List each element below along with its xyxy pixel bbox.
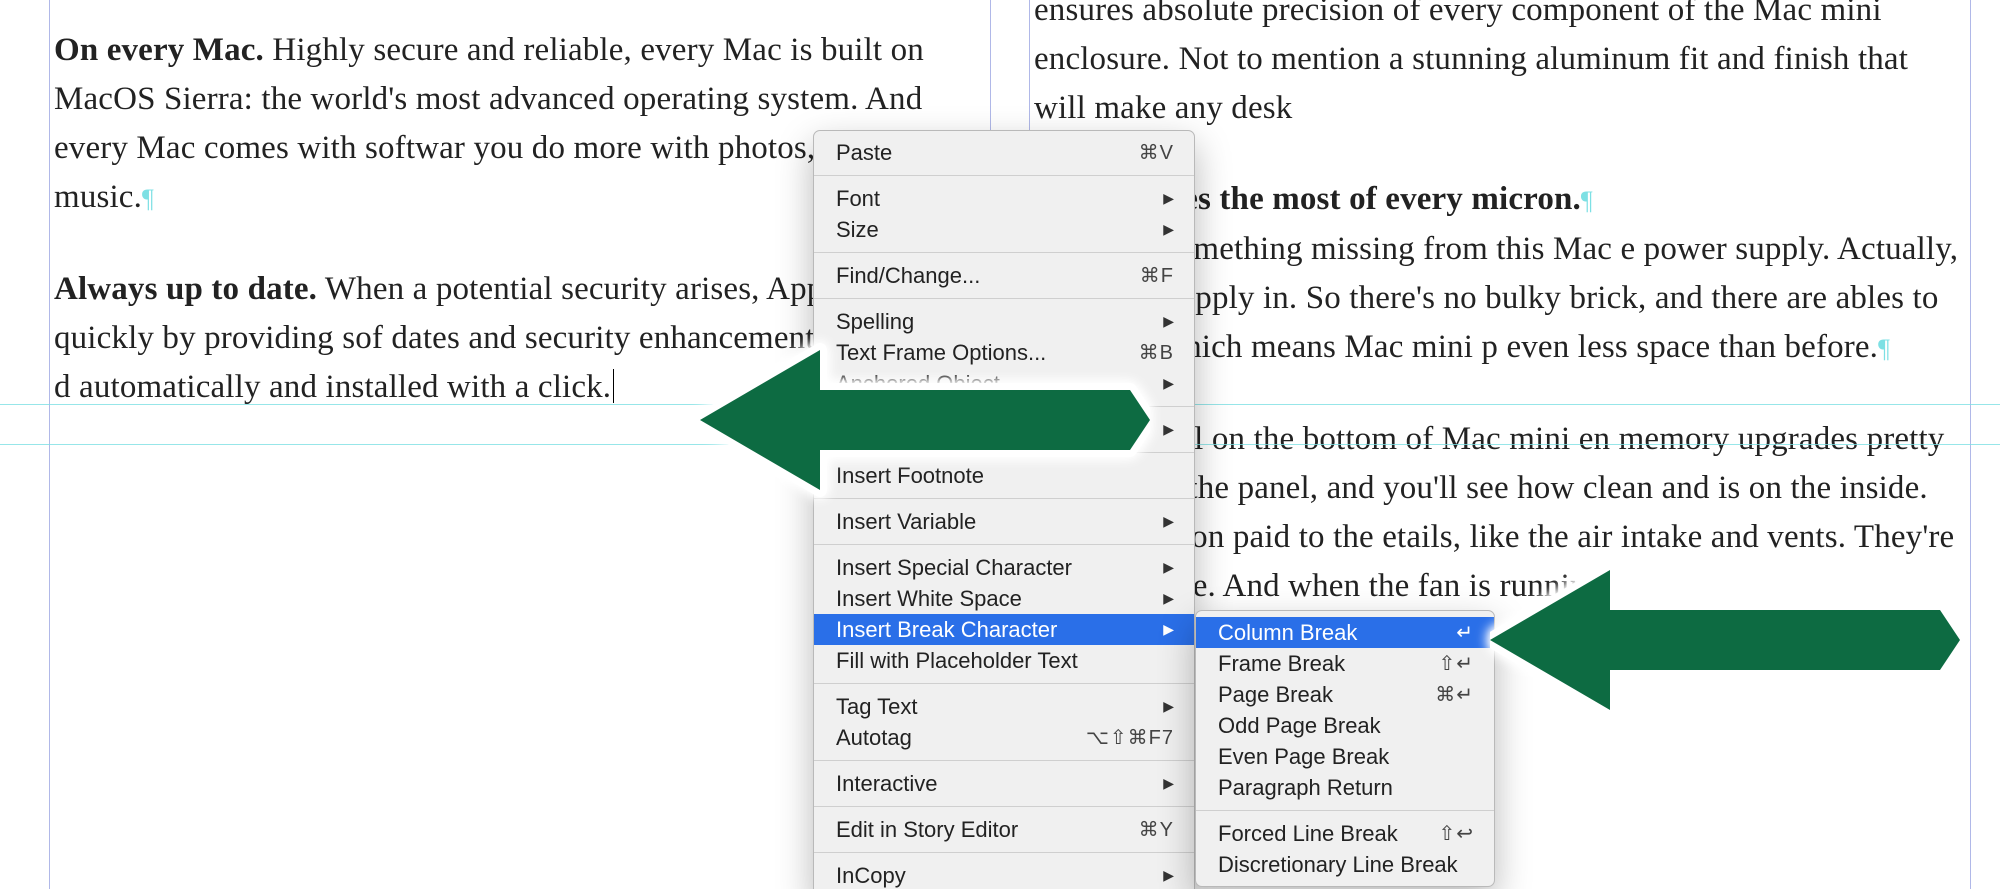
text-cursor [613,369,614,403]
menu-item-text-frame-options[interactable]: Text Frame Options...⌘B [814,337,1194,368]
menu-item-label: Insert White Space [836,586,1157,612]
menu-item-label: Odd Page Break [1218,713,1474,739]
menu-item-label: Insert Special Character [836,555,1157,581]
shortcut-label: ↵ [1456,620,1474,645]
menu-item-label: Insert Variable [836,509,1157,535]
shortcut-label: ⌘V [1139,140,1174,165]
menu-item-label: Forced Line Break [1218,821,1438,847]
menu-item-font[interactable]: Font ▶ [814,183,1194,214]
menu-item-insert-variable[interactable]: Insert Variable ▶ [814,506,1194,537]
submenu-arrow-icon: ▶ [1163,590,1174,607]
menu-separator [814,806,1194,807]
context-menu[interactable]: Paste⌘V Font ▶ Size ▶ Find/Change...⌘F Spellin… [813,130,1195,889]
menu-item-even-page-break[interactable]: Even Page Break [1196,741,1494,772]
menu-item-label: Anchored Object [836,371,1157,397]
submenu-arrow-icon: ▶ [1163,621,1174,638]
menu-item-label: Paragraph Return [1218,775,1474,801]
submenu-arrow-icon: ▶ [1163,221,1174,238]
menu-separator [814,498,1194,499]
menu-item-autotag[interactable]: Autotag⌥⇧⌘F7 [814,722,1194,753]
menu-item-label: Page Break [1218,682,1435,708]
pilcrow-icon: ¶ [1581,186,1593,215]
menu-item-edit-in-story-editor[interactable]: Edit in Story Editor⌘Y [814,814,1194,845]
submenu-arrow-icon: ▶ [1163,698,1174,715]
menu-separator [814,683,1194,684]
menu-separator [814,406,1194,407]
shortcut-label: ⇧↵ [1438,651,1474,676]
menu-separator [814,252,1194,253]
menu-separator [1196,810,1494,811]
submenu-insert-break[interactable]: Column Break↵Frame Break⇧↵Page Break⌘↵Od… [1195,610,1495,887]
menu-item-paragraph-return[interactable]: Paragraph Return [1196,772,1494,803]
submenu-arrow-icon: ▶ [1163,559,1174,576]
menu-item-discretionary-line-break[interactable]: Discretionary Line Break [1196,849,1494,880]
menu-item-label: Text Frame Options... [836,340,1139,366]
menu-item-change-case[interactable]: Change Case ▶ [814,414,1194,445]
menu-item-label: InCopy [836,863,1157,889]
run-in-head: On every Mac. [54,32,264,68]
menu-item-frame-break[interactable]: Frame Break⇧↵ [1196,648,1494,679]
shortcut-label: ⌘F [1140,263,1174,288]
menu-item-insert-white-space[interactable]: Insert White Space ▶ [814,583,1194,614]
menu-item-column-break[interactable]: Column Break↵ [1196,617,1494,648]
menu-item-label: Fill with Placeholder Text [836,648,1174,674]
menu-separator [814,452,1194,453]
menu-item-anchored-object[interactable]: Anchored Object ▶ [814,368,1194,399]
shortcut-label: ⇧↩ [1438,821,1474,846]
menu-item-paste[interactable]: Paste⌘V [814,137,1194,168]
menu-item-label: Even Page Break [1218,744,1474,770]
submenu-arrow-icon: ▶ [1163,190,1174,207]
run-in-head: Always up to date. [54,271,317,307]
menu-item-label: Frame Break [1218,651,1438,677]
menu-item-fill-with-placeholder-text[interactable]: Fill with Placeholder Text [814,645,1194,676]
menu-item-label: Interactive [836,771,1157,797]
shortcut-label: ⌘Y [1139,817,1174,842]
menu-separator [814,544,1194,545]
menu-item-label: Edit in Story Editor [836,817,1139,843]
menu-item-label: Insert Footnote [836,463,1174,489]
menu-item-label: Font [836,186,1157,212]
menu-item-incopy[interactable]: InCopy ▶ [814,860,1194,889]
menu-item-insert-footnote[interactable]: Insert Footnote [814,460,1194,491]
menu-item-label: Discretionary Line Break [1218,852,1474,878]
submenu-arrow-icon: ▶ [1163,313,1174,330]
shortcut-label: ⌘↵ [1435,682,1474,707]
menu-item-interactive[interactable]: Interactive ▶ [814,768,1194,799]
submenu-arrow-icon: ▶ [1163,513,1174,530]
paragraph[interactable]: ensures absolute precision of every comp… [1034,0,1966,133]
menu-separator [814,760,1194,761]
submenu-arrow-icon: ▶ [1163,775,1174,792]
menu-item-tag-text[interactable]: Tag Text ▶ [814,691,1194,722]
shortcut-label: ⌥⇧⌘F7 [1086,725,1174,750]
menu-item-find-change[interactable]: Find/Change...⌘F [814,260,1194,291]
menu-item-label: Change Case [836,417,1157,443]
menu-item-insert-break-character[interactable]: Insert Break Character ▶ [814,614,1194,645]
menu-item-odd-page-break[interactable]: Odd Page Break [1196,710,1494,741]
menu-item-size[interactable]: Size ▶ [814,214,1194,245]
menu-item-insert-special-character[interactable]: Insert Special Character ▶ [814,552,1194,583]
shortcut-label: ⌘B [1139,340,1174,365]
menu-separator [814,298,1194,299]
menu-item-label: Tag Text [836,694,1157,720]
menu-item-label: Insert Break Character [836,617,1157,643]
body-text: ensures absolute precision of every comp… [1034,0,1908,126]
menu-item-label: Autotag [836,725,1086,751]
submenu-arrow-icon: ▶ [1163,421,1174,438]
menu-item-label: Paste [836,140,1139,166]
menu-item-label: Size [836,217,1157,243]
submenu-arrow-icon: ▶ [1163,867,1174,884]
menu-separator [814,852,1194,853]
pilcrow-icon: ¶ [1878,334,1890,363]
menu-item-label: Find/Change... [836,263,1140,289]
menu-item-page-break[interactable]: Page Break⌘↵ [1196,679,1494,710]
menu-separator [814,175,1194,176]
menu-item-label: Column Break [1218,620,1456,646]
pilcrow-icon: ¶ [142,184,154,213]
menu-item-label: Spelling [836,309,1157,335]
menu-item-forced-line-break[interactable]: Forced Line Break⇧↩ [1196,818,1494,849]
menu-item-spelling[interactable]: Spelling ▶ [814,306,1194,337]
submenu-arrow-icon: ▶ [1163,375,1174,392]
